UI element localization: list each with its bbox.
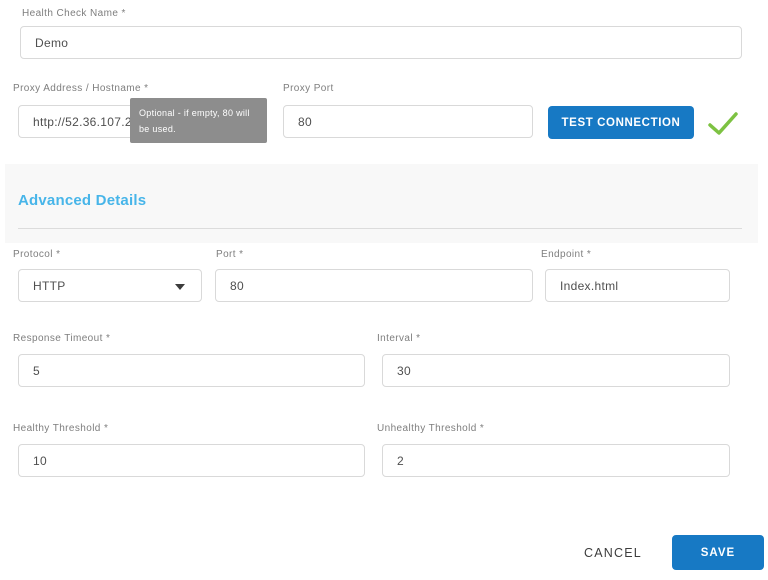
port-input[interactable]: [215, 269, 533, 302]
proxy-address-label: Proxy Address / Hostname *: [13, 83, 148, 94]
interval-input[interactable]: [382, 354, 730, 387]
test-connection-button[interactable]: TEST CONNECTION: [548, 106, 694, 139]
chevron-down-icon: [175, 284, 185, 290]
protocol-select[interactable]: HTTP: [18, 269, 202, 302]
response-timeout-input[interactable]: [18, 354, 365, 387]
section-divider: [18, 228, 742, 229]
healthy-threshold-input[interactable]: [18, 444, 365, 477]
proxy-port-input[interactable]: [283, 105, 533, 138]
health-check-name-input[interactable]: [20, 26, 742, 59]
port-label: Port *: [216, 249, 243, 260]
success-check-icon: [706, 110, 740, 138]
advanced-details-title: Advanced Details: [18, 192, 146, 209]
endpoint-input[interactable]: [545, 269, 730, 302]
endpoint-label: Endpoint *: [541, 249, 591, 260]
unhealthy-threshold-input[interactable]: [382, 444, 730, 477]
interval-label: Interval *: [377, 333, 420, 344]
unhealthy-threshold-label: Unhealthy Threshold *: [377, 423, 484, 434]
save-button[interactable]: SAVE: [672, 535, 764, 570]
healthy-threshold-label: Healthy Threshold *: [13, 423, 108, 434]
protocol-label: Protocol *: [13, 249, 60, 260]
protocol-select-value: HTTP: [33, 279, 66, 293]
health-check-form: Health Check Name * Proxy Address / Host…: [0, 0, 768, 580]
proxy-port-label: Proxy Port: [283, 83, 334, 94]
cancel-button[interactable]: CANCEL: [570, 541, 656, 565]
proxy-port-tooltip: Optional - if empty, 80 will be used.: [130, 98, 267, 143]
response-timeout-label: Response Timeout *: [13, 333, 110, 344]
health-check-name-label: Health Check Name *: [22, 8, 126, 19]
